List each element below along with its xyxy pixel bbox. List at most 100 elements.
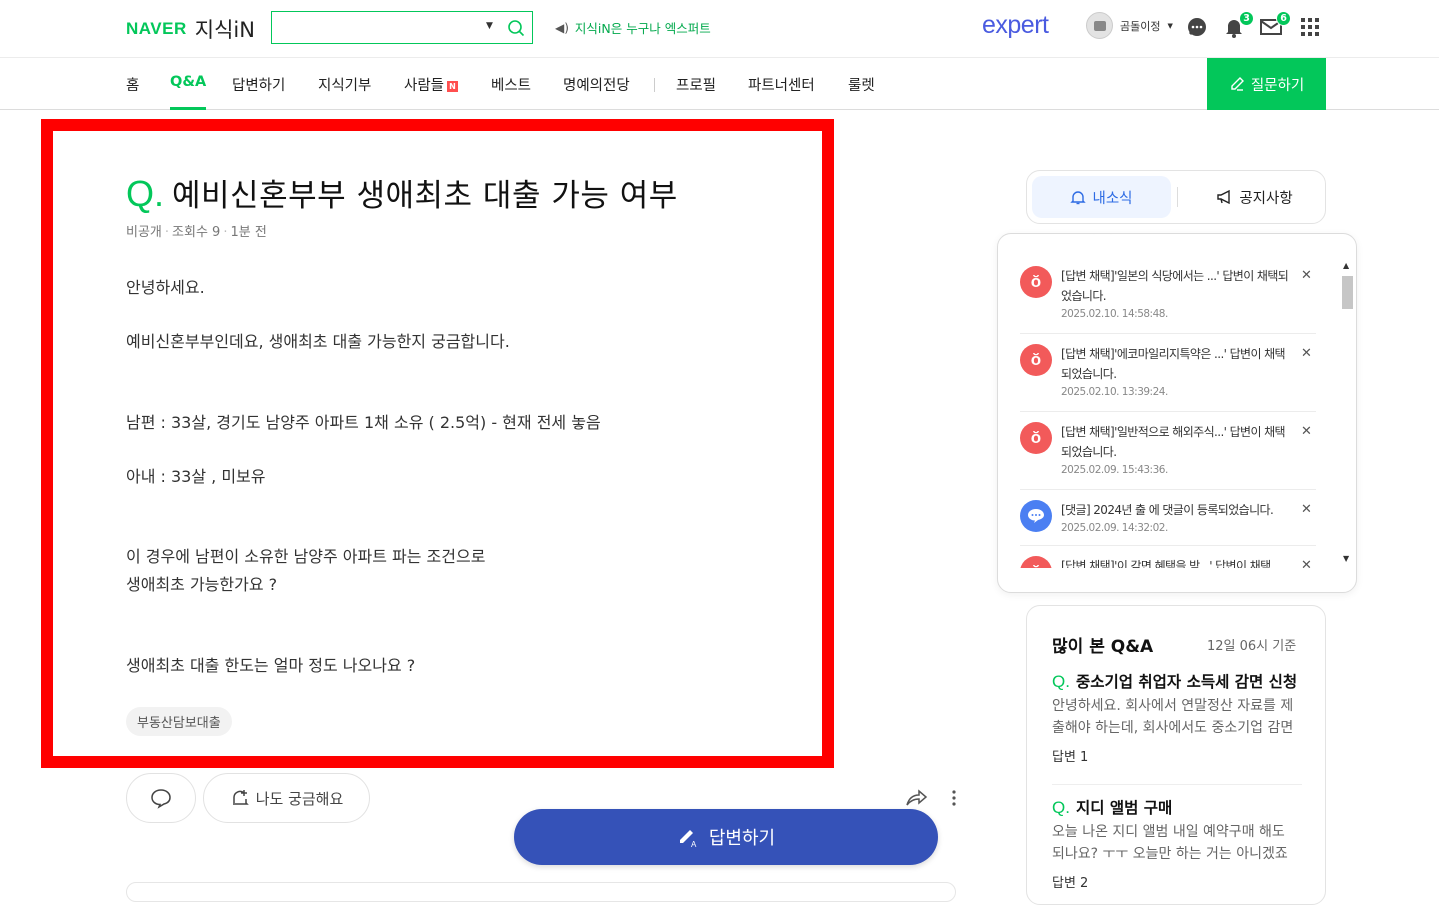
close-icon[interactable]: ✕ [1301, 424, 1312, 439]
adopt-icon: ŏ [1020, 422, 1052, 454]
notification-bell[interactable]: 3 [1222, 11, 1254, 39]
tab-divider [1177, 187, 1178, 207]
new-badge: N [447, 81, 459, 92]
nav-answer[interactable]: 답변하기 [232, 74, 285, 95]
popular-timestamp: 12일 06시 기준 [1207, 639, 1297, 654]
search-options-caret-icon[interactable]: ▼ [486, 21, 493, 31]
notification-count-badge: 3 [1239, 11, 1254, 26]
nav-people[interactable]: 사람들 N [404, 74, 459, 95]
tab-notice[interactable]: 공지사항 [1187, 176, 1322, 218]
side-tabs: 내소식 공지사항 [1026, 170, 1326, 224]
logo[interactable]: NAVER 지식iN [126, 14, 255, 44]
tab-my-news[interactable]: 내소식 [1032, 176, 1171, 218]
write-answer-label: 답변하기 [708, 828, 776, 849]
expert-logo[interactable]: expert [982, 11, 1049, 40]
comment-button[interactable] [126, 773, 196, 823]
popular-title: 많이 본 Q&A [1052, 637, 1154, 657]
question-mark: Q. [126, 173, 165, 214]
scroll-up-icon[interactable]: ▲ [1343, 261, 1349, 270]
promo-text: 지식iN은 누구나 엑스퍼트 [574, 21, 711, 36]
search-input[interactable] [278, 16, 478, 38]
nav-best[interactable]: 베스트 [491, 74, 531, 95]
nav-qna[interactable]: Q&A [170, 74, 207, 110]
bell-icon [1070, 191, 1087, 205]
notification-text: [답변 채택]'일본의 식당에서는 ...' 답변이 채택되었습니다. [1061, 269, 1289, 303]
close-icon[interactable]: ✕ [1301, 502, 1312, 517]
nav-hall-of-fame[interactable]: 명예의전당 [563, 74, 630, 95]
popular-item-title: 중소기업 취업자 소득세 감면 신청 [1075, 673, 1298, 691]
share-icon[interactable] [904, 787, 928, 809]
user-menu[interactable]: 곰돌이정 ▼ [1086, 12, 1173, 39]
popular-item[interactable]: Q. 중소기업 취업자 소득세 감면 신청 안녕하세요. 회사에서 연말정산 자료… [1052, 670, 1302, 765]
notification-item[interactable]: ŏ [답변 채택]'일본의 식당에서는 ...' 답변이 채택되었습니다. 20… [1020, 256, 1316, 334]
ask-question-button[interactable]: 질문하기 [1207, 58, 1326, 110]
jisikin-logo[interactable]: 지식iN [195, 14, 255, 44]
adopt-icon: ŏ [1020, 556, 1052, 568]
question-mark: Q. [1052, 798, 1070, 817]
nav-home[interactable]: 홈 [126, 74, 139, 95]
tab-my-news-label: 내소식 [1092, 190, 1133, 207]
notification-text: [댓글] 2024년 출 에 댓글이 등록되었습니다. [1061, 503, 1274, 517]
main-nav: 홈 Q&A 답변하기 지식기부 사람들 N 베스트 명예의전당 프로필 파트너센터… [0, 58, 1439, 110]
notification-popup: ŏ [답변 채택]'일본의 식당에서는 ...' 답변이 채택되었습니다. 20… [997, 233, 1357, 593]
close-icon[interactable]: ✕ [1301, 558, 1312, 568]
write-answer-button[interactable]: A 답변하기 [514, 809, 938, 865]
pen-icon: A [679, 830, 697, 848]
nav-partner-center[interactable]: 파트너센터 [748, 74, 815, 95]
notification-item[interactable]: ŏ [답변 채택]'이 감면 혜택을 받...' 답변이 채택 ✕ [1020, 546, 1316, 568]
nav-roulette[interactable]: 룰렛 [848, 74, 875, 95]
search-box: ▼ [271, 11, 533, 44]
avatar [1086, 12, 1113, 39]
popular-item-answers: 답변 2 [1052, 876, 1089, 891]
pencil-icon [1231, 77, 1244, 91]
more-vertical-icon[interactable] [950, 789, 958, 807]
notification-date: 2025.02.09. 15:43:36. [1061, 464, 1168, 476]
ask-question-label: 질문하기 [1250, 77, 1305, 94]
nav-donation[interactable]: 지식기부 [318, 74, 371, 95]
notification-item[interactable]: [댓글] 2024년 출 에 댓글이 등록되었습니다. 2025.02.09. … [1020, 490, 1316, 546]
question-views: 조회수 9 [172, 225, 221, 240]
scroll-down-icon[interactable]: ▼ [1343, 554, 1349, 563]
curious-button[interactable]: 나도 궁금해요 [203, 773, 370, 823]
notification-text: [답변 채택]'이 감면 혜택을 받...' 답변이 채택 [1061, 559, 1271, 568]
nav-profile[interactable]: 프로필 [676, 74, 716, 95]
question-tag[interactable]: 부동산담보대출 [126, 707, 232, 736]
notification-date: 2025.02.10. 14:58:48. [1061, 308, 1168, 320]
question-body-line: 남편 : 33살, 경기도 남양주 아파트 1채 소유 ( 2.5억) - 현재… [126, 413, 601, 432]
close-icon[interactable]: ✕ [1301, 268, 1312, 283]
expert-promo-link[interactable]: ◀) 지식iN은 누구나 엑스퍼트 [555, 18, 711, 37]
mail-count-badge: 6 [1276, 11, 1291, 26]
notification-item[interactable]: ŏ [답변 채택]'에코마일리지특약은 ...' 답변이 채택되었습니다. 20… [1020, 334, 1316, 412]
naver-logo[interactable]: NAVER [126, 19, 187, 39]
user-name: 곰돌이정 [1120, 19, 1161, 33]
scrollbar-thumb[interactable] [1342, 276, 1353, 309]
notification-date: 2025.02.09. 14:32:02. [1061, 522, 1168, 534]
apps-grid-icon[interactable] [1298, 15, 1322, 39]
notification-item[interactable]: ŏ [답변 채택]'일반적으로 해외주식...' 답변이 채택되었습니다. 20… [1020, 412, 1316, 490]
speaker-icon: ◀) [555, 20, 569, 35]
bell-plus-icon [232, 790, 249, 805]
notification-date: 2025.02.10. 13:39:24. [1061, 386, 1168, 398]
mail-button[interactable]: 6 [1259, 11, 1291, 39]
notification-list: ŏ [답변 채택]'일본의 식당에서는 ...' 답변이 채택되었습니다. 20… [1020, 256, 1316, 568]
comment-icon [1020, 500, 1052, 532]
popular-qna: 많이 본 Q&A 12일 06시 기준 Q. 중소기업 취업자 소득세 감면 신청… [1026, 605, 1326, 905]
question-body-line: 생애최초 가능한가요 ? [126, 575, 278, 594]
search-icon[interactable] [506, 18, 526, 38]
question-body-line: 안녕하세요. [126, 278, 205, 297]
question-author: 비공개 [126, 225, 162, 240]
comment-icon [151, 789, 171, 809]
chat-icon[interactable] [1185, 15, 1209, 39]
close-icon[interactable]: ✕ [1301, 346, 1312, 361]
popular-item-title: 지디 앨범 구매 [1075, 799, 1173, 817]
popular-item-answers: 답변 1 [1052, 750, 1089, 765]
question-body-line: 아내 : 33살 , 미보유 [126, 467, 266, 486]
popular-item[interactable]: Q. 지디 앨범 구매 오늘 나온 지디 앨범 내일 예약구매 해도 되나요? ㅜ… [1052, 796, 1302, 891]
adopt-icon: ŏ [1020, 266, 1052, 298]
notification-text: [답변 채택]'일반적으로 해외주식...' 답변이 채택되었습니다. [1061, 425, 1286, 459]
adopt-icon: ŏ [1020, 344, 1052, 376]
popular-item-desc: 오늘 나온 지디 앨범 내일 예약구매 해도 되나요? ㅜㅜ 오늘만 하는 거는… [1052, 824, 1288, 862]
tab-notice-label: 공지사항 [1239, 190, 1293, 207]
question-mark: Q. [1052, 672, 1070, 691]
notification-text: [답변 채택]'에코마일리지특약은 ...' 답변이 채택되었습니다. [1061, 347, 1286, 381]
